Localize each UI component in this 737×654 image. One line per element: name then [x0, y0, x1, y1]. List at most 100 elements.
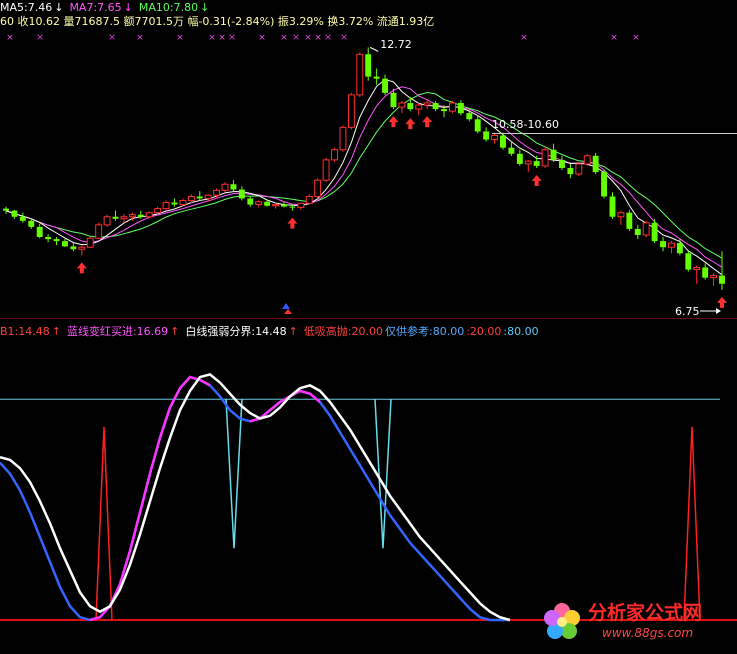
white-line — [0, 373, 511, 622]
candle-body — [28, 220, 35, 227]
candle-body — [626, 212, 633, 229]
top-header-row2-item: 60 收10.62 量71687.5 额7701.5万 幅-0.31(-2.84… — [0, 15, 435, 28]
candle-body — [255, 201, 263, 206]
candle-body — [322, 159, 330, 181]
candle-body — [103, 216, 111, 226]
low-price-arrowhead — [716, 308, 721, 314]
candle-body — [36, 226, 43, 238]
candle-body — [95, 224, 103, 239]
candle-body — [550, 149, 557, 160]
candle-body — [423, 102, 431, 106]
candle-body — [719, 275, 725, 284]
candle-body — [314, 179, 322, 197]
top-marker: × — [340, 33, 348, 43]
cyan-spike — [225, 399, 243, 549]
candle-body — [516, 153, 523, 164]
candle-body — [685, 253, 692, 270]
bottom-header-item: ↑ — [170, 325, 180, 338]
candle-body — [238, 189, 245, 199]
bottom-header-item: ↑ — [288, 325, 298, 338]
candle-body — [179, 199, 187, 206]
top-marker: × — [228, 33, 236, 43]
candle-body — [3, 208, 9, 211]
candle-body — [162, 202, 170, 210]
candle-body — [660, 241, 666, 248]
bottom-header-item: 低吸高抛:20.00 — [303, 325, 384, 338]
candle-body — [356, 53, 364, 96]
candle-body — [187, 195, 195, 201]
candle-body — [297, 202, 305, 208]
watermark-title: 分析家公式网 — [588, 602, 703, 624]
top-marker: × — [36, 33, 44, 43]
candle-body — [559, 159, 565, 168]
candle-body — [491, 135, 499, 141]
candle-body — [365, 54, 372, 77]
candle-body — [171, 202, 178, 205]
candle-body — [347, 94, 355, 128]
top-marker: × — [6, 33, 14, 43]
candle-body — [668, 242, 675, 248]
resistance-label: 10.58-10.60 — [492, 118, 559, 131]
bottom-header-item: ↑ — [51, 325, 61, 338]
watermark-url: www.88gs.com — [602, 626, 694, 640]
current-marker-icon — [282, 303, 290, 309]
top-header-row1-item: ↓ — [123, 1, 133, 14]
top-marker: × — [292, 33, 300, 43]
top-marker: × — [218, 33, 226, 43]
ma10-line — [5, 91, 723, 259]
candle-body — [120, 216, 128, 220]
top-marker: × — [136, 33, 144, 43]
candle-body — [466, 113, 473, 120]
bottom-header-item: B1:14.48 — [0, 325, 50, 338]
buy-signal-arrow — [531, 175, 542, 186]
bottom-header-item: 蓝线变红买进:16.69 — [66, 325, 169, 338]
candle-body — [592, 155, 599, 173]
top-header-row1-item: MA10:7.80 — [138, 1, 199, 14]
candle-body — [407, 103, 414, 110]
candle-body — [524, 160, 532, 165]
candle-body — [702, 267, 709, 278]
watermark: 分析家公式网 www.88gs.com — [540, 598, 735, 648]
candle-body — [583, 155, 591, 165]
indicator-header: B1:14.48 ↑ 蓝线变红买进:16.69 ↑ 白线强弱分界:14.48 ↑ 低吸高抛:… — [0, 325, 541, 338]
ma7-line — [5, 86, 723, 268]
candle-body — [373, 76, 380, 79]
candle-body — [137, 214, 144, 217]
candle-body — [575, 163, 583, 175]
candle-body — [264, 201, 271, 206]
candle-body — [441, 109, 447, 112]
high-price-pointer — [369, 46, 379, 52]
candle-body — [609, 196, 616, 217]
candle-body — [474, 119, 481, 132]
candle-body — [19, 216, 26, 221]
candle-body — [221, 183, 229, 191]
candle-body — [86, 237, 94, 248]
candle-body — [230, 184, 237, 190]
candle-body — [541, 149, 549, 167]
candle-body — [432, 103, 439, 110]
candle-body — [339, 126, 347, 151]
buy-signal-arrow — [76, 262, 87, 274]
candle-body — [11, 210, 18, 217]
candle-body — [70, 246, 77, 250]
candle-body — [62, 241, 68, 247]
candle-body — [305, 195, 313, 204]
flower-logo-icon — [544, 603, 580, 639]
top-marker: × — [520, 33, 528, 43]
top-marker: × — [314, 33, 322, 43]
candle-body — [331, 149, 338, 161]
candle-body — [651, 222, 658, 242]
bottom-header-item: :20.00 — [466, 325, 502, 338]
candle-body — [693, 267, 701, 271]
top-marker: × — [280, 33, 288, 43]
price-panel: × × × × × × × × × × × × × × × × × ×12.7210.58-10.606.75 — [0, 33, 737, 319]
top-marker: × — [304, 33, 312, 43]
candle-body — [448, 102, 456, 112]
candle-body — [617, 212, 625, 218]
top-marker: × — [610, 33, 618, 43]
top-header-row1-item: MA7:7.65 — [69, 1, 122, 14]
candle-body — [247, 198, 254, 205]
buy-signal-arrow — [287, 217, 298, 229]
candle-body — [500, 135, 506, 148]
buy-signal-arrow — [388, 116, 399, 128]
